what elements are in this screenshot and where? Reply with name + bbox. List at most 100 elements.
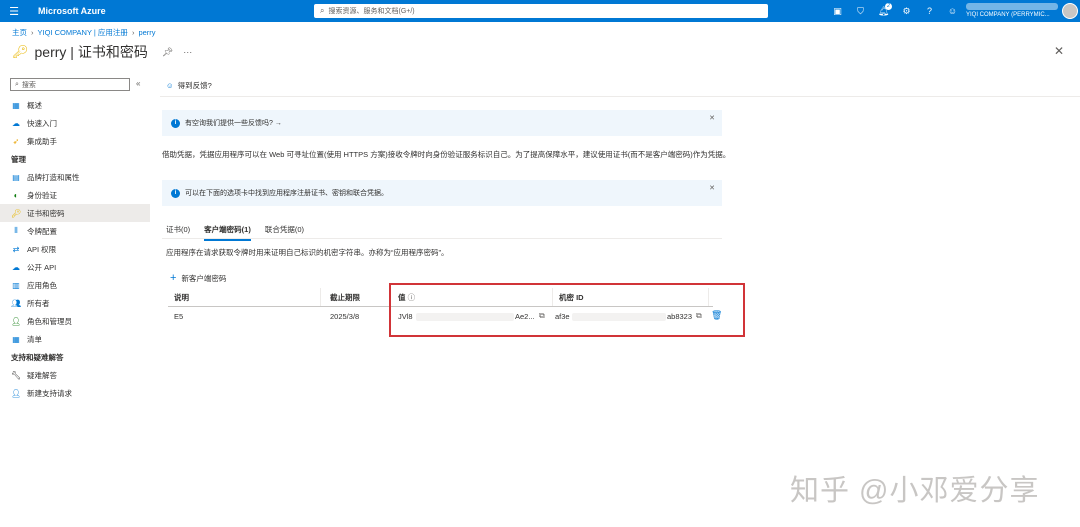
highlight-annotation-box: [389, 283, 745, 337]
breadcrumb-home[interactable]: 主页: [12, 27, 27, 38]
close-icon[interactable]: ✕: [1054, 44, 1064, 58]
breadcrumb: 主页 › YIQI COMPANY | 应用注册 › perry: [12, 27, 156, 38]
admin-icon: 👤︎: [11, 316, 22, 326]
feedback-icon[interactable]: ☺: [941, 6, 964, 16]
key-icon: 🔑︎: [11, 208, 22, 218]
sidebar-item-label: 疑难解答: [27, 370, 57, 380]
close-icon[interactable]: ✕: [709, 114, 715, 122]
account-email-redacted: [966, 3, 1058, 10]
sidebar-item-label: 公开 API: [27, 262, 57, 272]
avatar[interactable]: [1062, 3, 1078, 19]
cloud-shell-icon[interactable]: ▣: [826, 6, 849, 17]
more-options-icon[interactable]: ···: [183, 47, 192, 57]
column-divider: [320, 288, 321, 306]
chevron-right-icon: ›: [31, 28, 34, 37]
sidebar-item-manifest[interactable]: ▦ 清单: [0, 330, 150, 348]
sidebar-item-troubleshooting[interactable]: 🔧︎ 疑难解答: [0, 366, 150, 384]
sidebar-item-branding[interactable]: ▤ 品牌打造和属性: [0, 168, 150, 186]
key-icon: 🔑︎: [12, 44, 29, 59]
sidebar-item-expose-api[interactable]: ☁ 公开 API: [0, 258, 150, 276]
secret-expires: 2025/3/8: [330, 312, 360, 321]
pin-icon[interactable]: 📌︎: [162, 47, 173, 58]
sidebar-item-label: 令牌配置: [27, 226, 57, 236]
info-icon: i: [171, 118, 180, 128]
feedback-label: 得到反馈?: [177, 81, 212, 90]
sidebar-item-token-configuration[interactable]: ⦀ 令牌配置: [0, 222, 150, 240]
sidebar-search-placeholder: 搜索: [21, 81, 36, 89]
sidebar-item-new-support-request[interactable]: 👤︎ 新建支持请求: [0, 384, 150, 402]
info-banner-feedback: i 有空询我们提供一些反馈吗? → ✕: [162, 110, 722, 136]
sidebar-item-label: 新建支持请求: [27, 388, 72, 398]
page-header: 🔑︎ perry | 证书和密码 📌︎ ···: [12, 42, 192, 62]
sidebar-item-certificates-secrets[interactable]: 🔑︎ 证书和密码: [0, 204, 150, 222]
close-icon[interactable]: ✕: [709, 184, 715, 192]
breadcrumb-app[interactable]: perry: [138, 28, 155, 37]
rocket-icon: ☁: [12, 118, 20, 128]
branding-icon: ▤: [12, 172, 20, 182]
search-placeholder: 搜索资源、服务和文档(G+/): [328, 8, 415, 15]
menu-icon[interactable]: ☰: [0, 0, 28, 22]
sidebar-item-label: 概述: [27, 100, 42, 110]
sidebar-item-label: 角色和管理员: [27, 316, 72, 326]
collapse-sidebar-icon[interactable]: «: [136, 79, 140, 88]
sidebar-item-label: 所有者: [27, 298, 50, 308]
api-icon: ⇄: [12, 244, 20, 254]
sidebar-search-input[interactable]: ⌕ 搜索: [10, 78, 130, 91]
sidebar-item-overview[interactable]: ▦ 概述: [0, 96, 150, 114]
watermark: 知乎 @小邓爱分享: [790, 475, 1040, 507]
new-client-secret-label: 新客户端密码: [181, 273, 227, 283]
account-tenant: YIQI COMPANY (PERRYMIC...: [966, 12, 1050, 18]
info-banner-tabs: i 可以在下面的选项卡中找到应用程序注册证书、密钥和联合凭据。 ✕: [162, 180, 722, 206]
feedback-button[interactable]: ☺ 得到反馈?: [166, 80, 212, 91]
tabs-divider: [162, 238, 722, 239]
sidebar-section-support: 支持和疑难解答: [11, 352, 64, 362]
token-icon: ⦀: [14, 226, 18, 235]
sidebar-item-authentication[interactable]: ◐ 身份验证: [0, 186, 150, 204]
info-banner-text[interactable]: 有空询我们提供一些反馈吗? →: [185, 118, 282, 128]
directory-filter-icon[interactable]: ⛉: [849, 6, 872, 17]
wrench-icon: 🔧︎: [11, 370, 22, 380]
feedback-icon: ☺: [166, 81, 174, 90]
help-icon[interactable]: ?: [918, 6, 941, 16]
info-icon: i: [171, 188, 180, 198]
roles-icon: ▥: [12, 280, 20, 290]
plus-icon: +: [170, 272, 177, 284]
sidebar-item-label: API 权限: [27, 244, 57, 254]
sidebar-item-label: 清单: [27, 334, 42, 344]
search-icon: ⌕: [320, 6, 325, 15]
sidebar-item-owners[interactable]: 👥︎ 所有者: [0, 294, 150, 312]
credentials-description: 借助凭据，凭据应用程序可以在 Web 可寻址位置(使用 HTTPS 方案)接收令…: [162, 150, 731, 159]
chevron-right-icon: ›: [131, 28, 135, 37]
sidebar-section-manage: 管理: [11, 154, 26, 164]
new-client-secret-button[interactable]: + 新客户端密码: [170, 272, 226, 284]
column-header-expires: 截止期限: [330, 293, 360, 302]
brand-title[interactable]: Microsoft Azure: [38, 6, 106, 16]
sidebar-item-label: 品牌打造和属性: [27, 172, 80, 182]
cloud-icon: ☁: [12, 262, 20, 272]
auth-icon: ◐: [13, 190, 19, 200]
sidebar-item-app-roles[interactable]: ▥ 应用角色: [0, 276, 150, 294]
sidebar-item-quickstart[interactable]: ☁ 快速入门: [0, 114, 150, 132]
global-search-input[interactable]: ⌕ 搜索资源、服务和文档(G+/): [314, 4, 768, 18]
sidebar-item-api-permissions[interactable]: ⇄ API 权限: [0, 240, 150, 258]
manifest-icon: ▦: [12, 334, 20, 344]
sidebar-item-roles-admins[interactable]: 👤︎ 角色和管理员: [0, 312, 150, 330]
top-icons: ▣ ⛉ 🔔︎ 2 ⚙ ? ☺: [826, 0, 964, 22]
sidebar-item-integration-assistant[interactable]: ➶ 集成助手: [0, 132, 150, 150]
sidebar-item-label: 身份验证: [27, 190, 57, 200]
divider: [160, 96, 1080, 97]
account-info[interactable]: YIQI COMPANY (PERRYMIC...: [966, 3, 1058, 19]
sidebar-item-label: 快速入门: [27, 118, 57, 128]
sidebar-item-label: 应用角色: [27, 280, 57, 290]
owners-icon: 👥︎: [11, 298, 22, 308]
notifications-icon[interactable]: 🔔︎ 2: [872, 2, 895, 17]
sidebar-item-label: 证书和密码: [27, 208, 65, 218]
notification-badge: 2: [885, 2, 892, 10]
breadcrumb-app-registrations[interactable]: YIQI COMPANY | 应用注册: [38, 27, 128, 38]
rocket-icon: ➶: [12, 136, 20, 146]
page-title: perry | 证书和密码: [34, 44, 148, 60]
settings-gear-icon[interactable]: ⚙: [895, 6, 918, 17]
grid-icon: ▦: [12, 100, 20, 110]
info-banner-text: 可以在下面的选项卡中找到应用程序注册证书、密钥和联合凭据。: [185, 190, 388, 197]
secret-description: E5: [174, 312, 184, 321]
